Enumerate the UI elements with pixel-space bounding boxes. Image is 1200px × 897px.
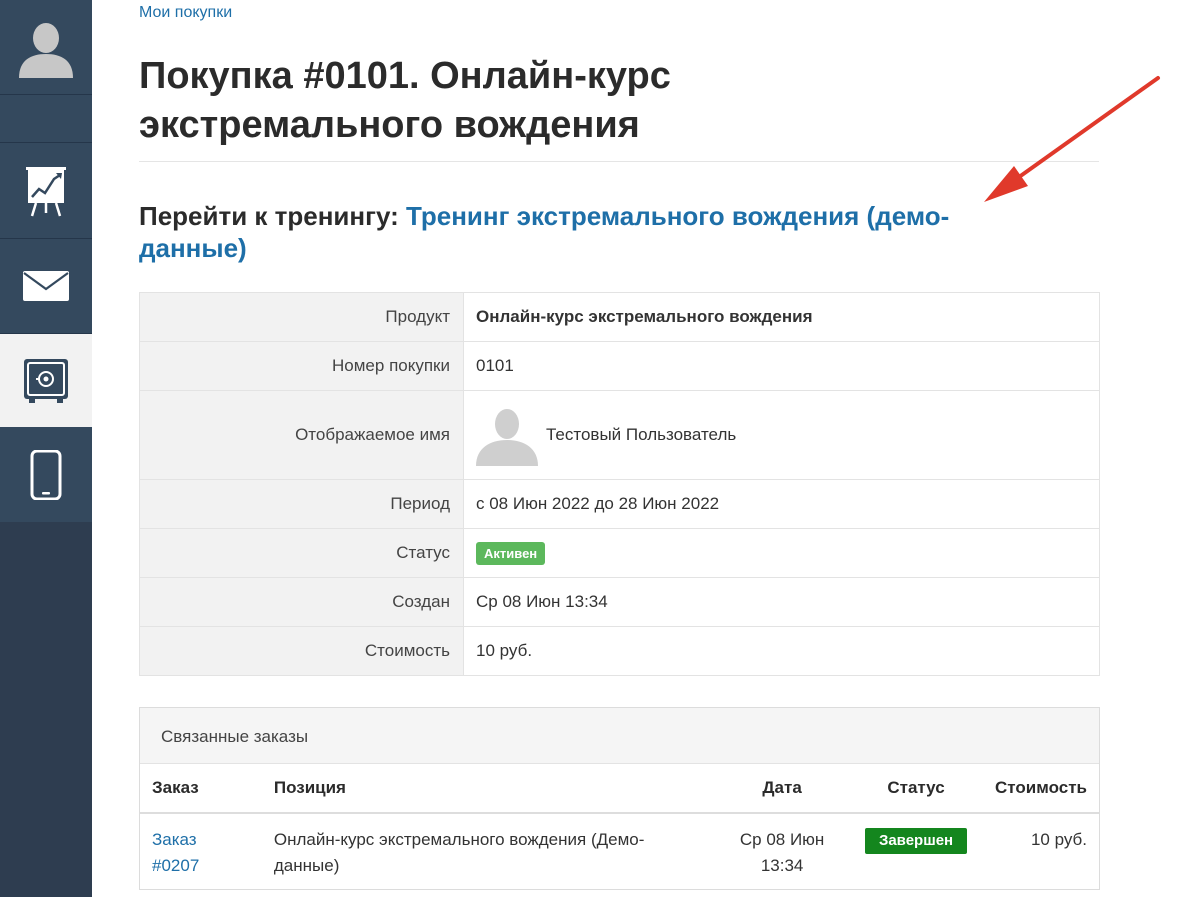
display-name-label: Отображаемое имя bbox=[139, 390, 464, 480]
related-orders-table: Заказ Позиция Дата Статус Стоимость Зака… bbox=[140, 764, 1099, 879]
details-row-number: Номер покупки 0101 bbox=[139, 341, 1100, 391]
sidebar bbox=[0, 0, 92, 897]
order-link-line2: #0207 bbox=[152, 856, 200, 875]
display-name-value: Тестовый Пользователь bbox=[546, 425, 737, 444]
product-label: Продукт bbox=[139, 292, 464, 342]
status-cell: Завершен bbox=[849, 813, 983, 879]
col-status-header: Статус bbox=[849, 764, 984, 814]
created-value: Ср 08 Июн 13:34 bbox=[463, 577, 1100, 627]
period-value: с 08 Июн 2022 до 28 Июн 2022 bbox=[463, 479, 1100, 529]
date-line2: 13:34 bbox=[760, 856, 804, 875]
created-label: Создан bbox=[139, 577, 464, 627]
mobile-phone-icon bbox=[30, 449, 62, 500]
product-value: Онлайн-курс экстремального вождения bbox=[463, 292, 1100, 342]
sidebar-background bbox=[0, 522, 92, 897]
details-row-product: Продукт Онлайн-курс экстремального вожде… bbox=[139, 292, 1100, 342]
breadcrumb-my-purchases[interactable]: Мои покупки bbox=[139, 4, 232, 22]
date-line1: Ср 08 Июн bbox=[739, 830, 825, 849]
status-badge-completed: Завершен bbox=[864, 828, 968, 854]
safe-icon bbox=[24, 358, 68, 403]
chart-board-icon bbox=[26, 166, 66, 216]
col-item-header: Позиция bbox=[261, 764, 716, 814]
orders-header-row: Заказ Позиция Дата Статус Стоимость bbox=[140, 764, 1099, 814]
related-orders-title: Связанные заказы bbox=[140, 708, 1099, 764]
item-line1: Онлайн-курс экстремального вождения (Дем… bbox=[273, 830, 645, 849]
cost-value: 10 руб. bbox=[463, 626, 1100, 676]
red-arrow-annotation bbox=[984, 76, 1160, 202]
sidebar-spacer bbox=[0, 95, 92, 143]
details-row-display-name: Отображаемое имя Тестовый Пользователь bbox=[139, 390, 1100, 480]
order-link-line1: Заказ bbox=[152, 830, 197, 849]
sidebar-profile[interactable] bbox=[0, 0, 92, 95]
item-cell: Онлайн-курс экстремального вождения (Дем… bbox=[262, 813, 715, 879]
col-order-header: Заказ bbox=[140, 764, 262, 814]
item-line2: данные) bbox=[273, 856, 340, 875]
details-row-created: Создан Ср 08 Июн 13:34 bbox=[139, 577, 1100, 627]
status-cell: Активен bbox=[463, 528, 1100, 578]
order-link[interactable]: Заказ #0207 bbox=[152, 830, 199, 875]
purchase-details-table: Продукт Онлайн-курс экстремального вожде… bbox=[139, 292, 1100, 676]
display-name-cell: Тестовый Пользователь bbox=[463, 390, 1100, 480]
cost-label: Стоимость bbox=[139, 626, 464, 676]
sidebar-item-messages[interactable] bbox=[0, 239, 92, 334]
mail-icon bbox=[23, 271, 69, 301]
details-row-period: Период с 08 Июн 2022 до 28 Июн 2022 bbox=[139, 479, 1100, 529]
order-cell: Заказ #0207 bbox=[140, 813, 262, 879]
status-label: Статус bbox=[139, 528, 464, 578]
details-row-status: Статус Активен bbox=[139, 528, 1100, 578]
col-date-header: Дата bbox=[715, 764, 850, 814]
sidebar-item-statistics[interactable] bbox=[0, 143, 92, 239]
purchase-number-value: 0101 bbox=[463, 341, 1100, 391]
details-row-cost: Стоимость 10 руб. bbox=[139, 626, 1100, 676]
user-avatar-icon bbox=[476, 404, 538, 466]
col-cost-header: Стоимость bbox=[983, 764, 1099, 814]
page-title: Покупка #0101. Онлайн-курс экстремальног… bbox=[139, 55, 671, 146]
title-divider bbox=[139, 161, 1099, 162]
status-badge-active: Активен bbox=[476, 541, 546, 565]
goto-training-label: Перейти к тренингу: bbox=[139, 201, 399, 231]
goto-training-heading: Перейти к тренингу: Тренинг экстремально… bbox=[139, 200, 1039, 264]
user-avatar-icon bbox=[15, 16, 77, 78]
cost-cell: 10 руб. bbox=[1030, 830, 1087, 849]
sidebar-item-purchases[interactable] bbox=[0, 334, 92, 427]
date-cell: Ср 08 Июн 13:34 bbox=[715, 813, 849, 879]
period-label: Период bbox=[139, 479, 464, 529]
table-row: Заказ #0207 Онлайн-курс экстремального во… bbox=[140, 813, 1099, 879]
sidebar-item-mobile[interactable] bbox=[0, 427, 92, 522]
purchase-number-label: Номер покупки bbox=[139, 341, 464, 391]
related-orders-panel: Связанные заказы Заказ Позиция Дата Стат… bbox=[139, 707, 1100, 890]
